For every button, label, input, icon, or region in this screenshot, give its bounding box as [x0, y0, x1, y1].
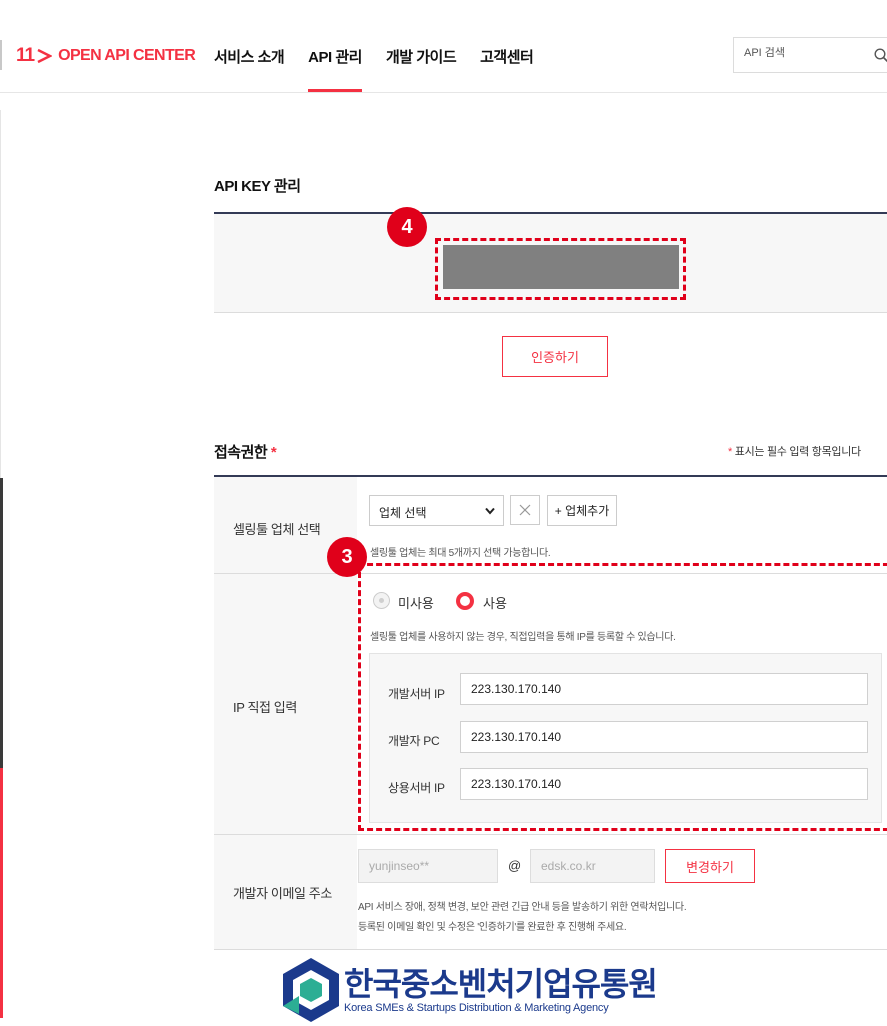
logo-text: OPEN API CENTER	[58, 47, 196, 64]
agency-name: 한국중소벤처기업유통원	[344, 966, 658, 1002]
email-at-sign: @	[508, 858, 522, 873]
ip-help-text: 셀링툴 업체를 사용하지 않는 경우, 직접입력을 통해 IP를 등록할 수 있…	[370, 632, 676, 643]
left-edge-strip-red	[0, 768, 3, 1018]
close-icon	[519, 504, 531, 516]
top-header: 11 OPEN API CENTER 서비스 소개 API 관리 개발 가이드 …	[0, 0, 887, 93]
annotation-badge-3: 3	[327, 537, 367, 577]
vendor-select-value: 업체 선택	[379, 506, 427, 520]
nav-service-intro[interactable]: 서비스 소개	[214, 46, 285, 92]
radio-used-label[interactable]: 사용	[483, 593, 507, 612]
required-star: *	[728, 446, 732, 458]
ip-input-prod-server[interactable]	[460, 768, 868, 800]
ip-label-prod-server: 상용서버 IP	[388, 781, 445, 795]
add-vendor-button[interactable]: + 업체추가	[547, 495, 617, 526]
left-edge-strip-dark	[0, 478, 3, 768]
ip-label-dev-pc: 개발자 PC	[388, 734, 440, 748]
nav-api-management[interactable]: API 관리	[308, 46, 362, 92]
left-edge-divider	[0, 40, 2, 70]
clear-vendor-button[interactable]	[510, 495, 540, 525]
vendor-row-label: 셀링툴 업체 선택	[233, 522, 321, 537]
email-help-text-2: 등록된 이메일 확인 및 수정은 '인증하기'를 완료한 후 진행해 주세요.	[358, 922, 627, 933]
email-row-label: 개발자 이메일 주소	[233, 886, 332, 901]
required-note: * 표시는 필수 입력 항목입니다	[728, 443, 861, 459]
access-title-text: 접속권한	[214, 444, 268, 461]
nav-customer-center[interactable]: 고객센터	[480, 46, 534, 92]
ip-label-dev-server: 개발서버 IP	[388, 687, 445, 701]
annotation-badge-4: 4	[387, 207, 427, 247]
email-help-text-1: API 서비스 장애, 정책 변경, 보안 관련 긴급 안내 등을 발송하기 위…	[358, 902, 687, 913]
access-title-required-star: *	[270, 444, 277, 461]
vendor-help-text: 셀링툴 업체는 최대 5개까지 선택 가능합니다.	[370, 548, 551, 559]
row-divider-email	[214, 949, 887, 950]
logo-arrow-icon	[37, 48, 53, 64]
agency-logo-icon	[283, 958, 339, 1022]
row-divider-ip	[214, 834, 887, 835]
vendor-select[interactable]: 업체 선택	[369, 495, 504, 526]
email-local-input[interactable]	[358, 849, 498, 883]
ip-input-dev-server[interactable]	[460, 673, 868, 705]
search-box	[733, 37, 887, 73]
search-icon[interactable]	[874, 48, 887, 63]
chevron-down-icon	[485, 507, 495, 515]
main-nav: 서비스 소개 API 관리 개발 가이드 고객센터	[214, 46, 557, 92]
ip-row-label: IP 직접 입력	[233, 700, 297, 715]
change-email-button[interactable]: 변경하기	[665, 849, 755, 883]
annotation-box-4	[435, 238, 686, 300]
ip-input-dev-pc[interactable]	[460, 721, 868, 753]
radio-unused-label[interactable]: 미사용	[398, 593, 434, 612]
api-key-title: API KEY 관리	[214, 178, 301, 195]
email-domain-input[interactable]	[530, 849, 655, 883]
site-logo[interactable]: 11 OPEN API CENTER	[16, 44, 196, 68]
access-title: 접속권한 *	[214, 441, 277, 462]
logo-number: 11	[16, 45, 35, 66]
required-note-text: 표시는 필수 입력 항목입니다	[734, 446, 861, 458]
auth-button[interactable]: 인증하기	[502, 336, 608, 377]
radio-unused[interactable]	[373, 592, 390, 609]
search-input[interactable]	[744, 47, 864, 59]
nav-dev-guide[interactable]: 개발 가이드	[386, 46, 457, 92]
radio-used[interactable]	[456, 592, 474, 610]
agency-name-en: Korea SMEs & Startups Distribution & Mar…	[344, 1002, 609, 1014]
